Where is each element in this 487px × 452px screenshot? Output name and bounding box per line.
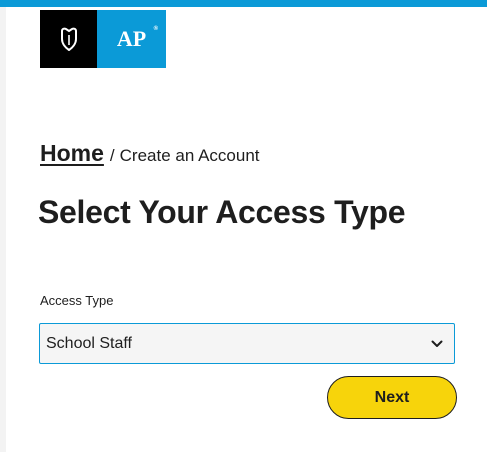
breadcrumb: Home / Create an Account bbox=[40, 139, 260, 170]
page-title: Select Your Access Type bbox=[38, 194, 406, 230]
access-type-label: Access Type bbox=[40, 293, 114, 308]
registered-mark: ® bbox=[153, 26, 158, 32]
ap-logo[interactable]: AP ® bbox=[40, 10, 166, 68]
chevron-down-icon bbox=[430, 337, 444, 351]
top-accent-bar bbox=[0, 0, 487, 7]
breadcrumb-home-link[interactable]: Home bbox=[40, 140, 104, 166]
breadcrumb-separator: / bbox=[109, 146, 115, 165]
logo-wordmark: AP ® bbox=[97, 10, 166, 68]
page: AP ® Home / Create an Account Select Your … bbox=[0, 0, 487, 452]
access-type-selected-value: School Staff bbox=[46, 334, 132, 352]
breadcrumb-current: Create an Account bbox=[119, 146, 260, 165]
acorn-shield-icon bbox=[40, 10, 97, 68]
logo-text: AP bbox=[116, 26, 147, 51]
access-type-select[interactable]: School Staff bbox=[39, 323, 455, 364]
next-button[interactable]: Next bbox=[327, 376, 457, 419]
